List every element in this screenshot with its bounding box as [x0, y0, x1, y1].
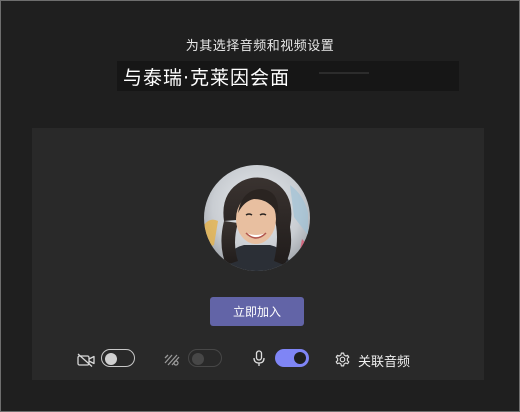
- microphone-icon[interactable]: [253, 350, 265, 371]
- toggle-knob: [105, 353, 117, 365]
- gear-icon[interactable]: [334, 351, 351, 372]
- background-blur-icon: [163, 351, 181, 371]
- toggle-knob: [294, 352, 306, 364]
- device-settings-label[interactable]: 关联音频: [358, 351, 410, 370]
- title-underline: [319, 72, 369, 74]
- meeting-title: 与泰瑞·克莱因会面: [123, 67, 291, 89]
- join-now-button[interactable]: 立即加入: [210, 297, 304, 326]
- dialog-subtitle: 为其选择音频和视频设置: [185, 39, 335, 54]
- camera-toggle[interactable]: [101, 349, 135, 367]
- microphone-toggle[interactable]: [275, 349, 309, 367]
- camera-off-icon[interactable]: [77, 352, 95, 371]
- prejoin-dialog: 为其选择音频和视频设置 与泰瑞·克莱因会面 立即加入 关联音频: [0, 0, 520, 412]
- avatar: [204, 165, 310, 271]
- toggle-knob: [192, 353, 204, 365]
- avatar-photo: [204, 165, 310, 271]
- background-blur-toggle[interactable]: [188, 349, 222, 367]
